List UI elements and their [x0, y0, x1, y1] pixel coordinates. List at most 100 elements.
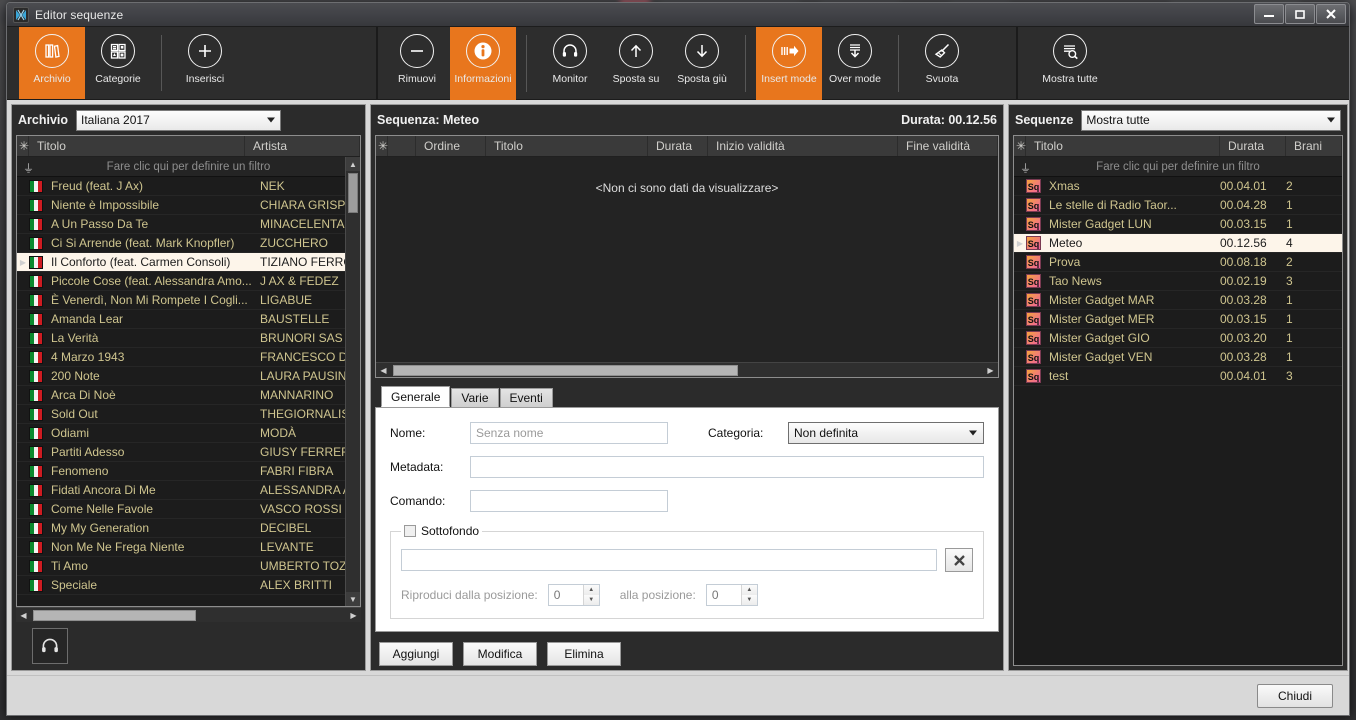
- ribbon-item-inserisci[interactable]: Inserisci: [172, 27, 238, 99]
- metadata-input[interactable]: [470, 456, 984, 478]
- table-row[interactable]: Sq test 00.04.01 3: [1014, 367, 1342, 386]
- column-header-brani[interactable]: Brani: [1286, 136, 1342, 156]
- clear-sottofondo-button[interactable]: [945, 548, 973, 572]
- archive-filter-row[interactable]: ⏚ Fare clic qui per definire un filtro: [17, 157, 360, 177]
- table-row[interactable]: Freud (feat. J Ax) NEK: [17, 177, 360, 196]
- ribbon-label: Sposta su: [612, 73, 660, 85]
- scroll-right-icon[interactable]: ▶: [346, 611, 361, 620]
- ribbon-item-monitor[interactable]: Monitor: [537, 27, 603, 100]
- table-row[interactable]: Sq Xmas 00.04.01 2: [1014, 177, 1342, 196]
- minimize-button[interactable]: [1254, 4, 1284, 24]
- scroll-thumb[interactable]: [33, 609, 196, 621]
- scroll-left-icon[interactable]: ◀: [376, 366, 391, 375]
- scroll-up-icon[interactable]: ▲: [346, 157, 360, 171]
- column-header-titolo[interactable]: Titolo: [1026, 136, 1220, 156]
- from-position-stepper[interactable]: 0 ▲ ▼: [547, 584, 600, 606]
- tab-eventi[interactable]: Eventi: [499, 388, 553, 407]
- table-row[interactable]: Niente è Impossibile CHIARA GRISPO: [17, 196, 360, 215]
- ribbon-item-over-mode[interactable]: Over mode: [822, 27, 888, 100]
- stepper-down-icon[interactable]: ▼: [741, 595, 757, 605]
- sottofondo-checkbox[interactable]: [404, 525, 416, 537]
- table-row[interactable]: 200 Note LAURA PAUSINI: [17, 367, 360, 386]
- column-header-titolo[interactable]: Titolo: [29, 136, 245, 156]
- table-row[interactable]: Ci Si Arrende (feat. Mark Knopfler) ZUCCH…: [17, 234, 360, 253]
- table-row[interactable]: Non Me Ne Frega Niente LEVANTE: [17, 538, 360, 557]
- table-row[interactable]: Fenomeno FABRI FIBRA: [17, 462, 360, 481]
- edit-button[interactable]: Modifica: [463, 642, 537, 666]
- stepper-up-icon[interactable]: ▲: [741, 585, 757, 595]
- table-row[interactable]: Odiami MODÀ: [17, 424, 360, 443]
- table-row[interactable]: Sq Mister Gadget GIO 00.03.20 1: [1014, 329, 1342, 348]
- table-row[interactable]: Sq Mister Gadget MAR 00.03.28 1: [1014, 291, 1342, 310]
- scroll-right-icon[interactable]: ▶: [983, 366, 998, 375]
- archive-vscrollbar[interactable]: ▲ ▼: [345, 157, 360, 606]
- column-header-ordine[interactable]: Ordine: [416, 136, 486, 156]
- ribbon-item-mostra-tutte[interactable]: Mostra tutte: [1037, 27, 1103, 100]
- column-header-select[interactable]: ✳: [376, 136, 388, 156]
- table-row[interactable]: Amanda Lear BAUSTELLE: [17, 310, 360, 329]
- table-row[interactable]: ▶ Il Conforto (feat. Carmen Consoli) TIZIA…: [17, 253, 360, 272]
- chiudi-button[interactable]: Chiudi: [1257, 683, 1333, 708]
- nome-input[interactable]: Senza nome: [470, 422, 668, 444]
- column-header-durata[interactable]: Durata: [648, 136, 708, 156]
- ribbon-item-sposta-su[interactable]: Sposta su: [603, 27, 669, 100]
- ribbon-item-categorie[interactable]: Categorie: [85, 27, 151, 99]
- table-row[interactable]: Fidati Ancora Di Me ALESSANDRA AM: [17, 481, 360, 500]
- scroll-thumb[interactable]: [348, 173, 358, 213]
- sequences-filter-row[interactable]: ⏚ Fare clic qui per definire un filtro: [1014, 157, 1342, 177]
- table-row[interactable]: A Un Passo Da Te MINACELENTANO: [17, 215, 360, 234]
- scroll-left-icon[interactable]: ◀: [16, 611, 31, 620]
- scroll-down-icon[interactable]: ▼: [346, 592, 360, 606]
- table-row[interactable]: Partiti Adesso GIUSY FERRERI: [17, 443, 360, 462]
- categoria-select[interactable]: Non definita: [788, 422, 984, 444]
- add-button[interactable]: Aggiungi: [379, 642, 453, 666]
- table-row[interactable]: Sq Prova 00.08.18 2: [1014, 253, 1342, 272]
- table-row[interactable]: 4 Marzo 1943 FRANCESCO DE: [17, 348, 360, 367]
- column-header-titolo[interactable]: Titolo: [486, 136, 648, 156]
- tab-varie[interactable]: Varie: [451, 388, 499, 407]
- scroll-thumb[interactable]: [393, 364, 738, 376]
- table-row[interactable]: ▶ Sq Meteo 00.12.56 4: [1014, 234, 1342, 253]
- tab-generale[interactable]: Generale: [381, 386, 451, 407]
- ribbon-item-insert-mode[interactable]: Insert mode: [756, 27, 822, 100]
- column-header-durata[interactable]: Durata: [1220, 136, 1286, 156]
- sequences-filter-select[interactable]: Mostra tutte: [1081, 109, 1341, 131]
- ribbon-item-informazioni[interactable]: Informazioni: [450, 27, 516, 100]
- archive-list-select[interactable]: Italiana 2017: [76, 109, 282, 131]
- table-row[interactable]: Sold Out THEGIORNALIST: [17, 405, 360, 424]
- table-row[interactable]: È Venerdì, Non Mi Rompete I Cogli... LIGA…: [17, 291, 360, 310]
- table-row[interactable]: Ti Amo UMBERTO TOZZI: [17, 557, 360, 576]
- table-row[interactable]: Piccole Cose (feat. Alessandra Amo... J A…: [17, 272, 360, 291]
- maximize-button[interactable]: [1285, 4, 1315, 24]
- column-header-artista[interactable]: Artista: [245, 136, 360, 156]
- ribbon-item-sposta-giu[interactable]: Sposta giù: [669, 27, 735, 100]
- table-row[interactable]: La Verità BRUNORI SAS: [17, 329, 360, 348]
- table-row[interactable]: Sq Mister Gadget VEN 00.03.28 1: [1014, 348, 1342, 367]
- archive-hscrollbar[interactable]: ◀ ▶: [16, 607, 361, 622]
- column-header-inizio-validita[interactable]: Inizio validità: [708, 136, 898, 156]
- column-header-select[interactable]: ✳: [1014, 136, 1026, 156]
- ribbon-item-svuota[interactable]: Svuota: [909, 27, 975, 100]
- table-row[interactable]: Sq Mister Gadget MER 00.03.15 1: [1014, 310, 1342, 329]
- delete-button[interactable]: Elimina: [547, 642, 621, 666]
- table-row[interactable]: Come Nelle Favole VASCO ROSSI: [17, 500, 360, 519]
- table-row[interactable]: Sq Tao News 00.02.19 3: [1014, 272, 1342, 291]
- italy-flag-icon: [29, 540, 43, 554]
- table-row[interactable]: Speciale ALEX BRITTI: [17, 576, 360, 595]
- table-row[interactable]: My My Generation DECIBEL: [17, 519, 360, 538]
- ribbon-item-rimuovi[interactable]: Rimuovi: [384, 27, 450, 100]
- comando-input[interactable]: [470, 490, 668, 512]
- table-row[interactable]: Sq Le stelle di Radio Taor... 00.04.28 1: [1014, 196, 1342, 215]
- column-header-select[interactable]: ✳: [17, 136, 29, 156]
- stepper-down-icon[interactable]: ▼: [583, 595, 599, 605]
- ribbon-item-archivio[interactable]: Archivio: [19, 27, 85, 99]
- close-button[interactable]: [1316, 4, 1346, 24]
- sequence-hscrollbar[interactable]: ◀ ▶: [376, 362, 998, 377]
- monitor-button[interactable]: [32, 628, 68, 664]
- table-row[interactable]: Arca Di Noè MANNARINO: [17, 386, 360, 405]
- stepper-up-icon[interactable]: ▲: [583, 585, 599, 595]
- sottofondo-path-input[interactable]: [401, 549, 937, 571]
- to-position-stepper[interactable]: 0 ▲ ▼: [705, 584, 758, 606]
- column-header-fine-validita[interactable]: Fine validità: [898, 136, 998, 156]
- table-row[interactable]: Sq Mister Gadget LUN 00.03.15 1: [1014, 215, 1342, 234]
